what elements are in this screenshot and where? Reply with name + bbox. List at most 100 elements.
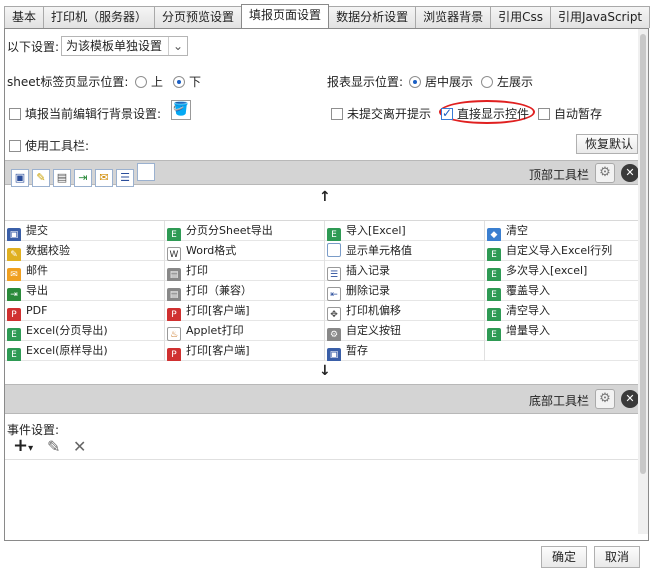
insert-row-icon: ☰ (327, 267, 341, 281)
move-up-arrow-icon[interactable]: ↑ (319, 189, 331, 205)
vertical-scrollbar[interactable] (638, 29, 648, 534)
grid-item-print[interactable]: ▤ 打印 (165, 261, 325, 281)
sheet-tab-bottom-radio[interactable]: 下 (173, 73, 201, 90)
restore-default-button[interactable]: 恢复默认 (576, 134, 638, 154)
grid-item-clear-import[interactable]: E 清空导入 (485, 301, 639, 321)
grid-item-sheet-export[interactable]: E 分页分Sheet导出 (165, 221, 325, 241)
report-pos-left-radio[interactable]: 左展示 (481, 73, 533, 90)
move-down-arrow-icon[interactable]: ↓ (319, 363, 331, 379)
grid-item-printer-offset[interactable]: ✥ 打印机偏移 (325, 301, 485, 321)
save-icon[interactable]: ▣ (11, 169, 29, 187)
tab-page-preview[interactable]: 分页预览设置 (154, 6, 243, 28)
gear-icon[interactable]: ⚙ (595, 163, 615, 183)
tab-printer-server[interactable]: 打印机（服务器） (43, 6, 156, 28)
excel-icon: E (487, 288, 501, 301)
grid-item-overwrite-import[interactable]: E 覆盖导入 (485, 281, 639, 301)
grid-item-import-excel[interactable]: E 导入[Excel] (325, 221, 485, 241)
grid-item-print-compat[interactable]: ▤ 打印（兼容） (165, 281, 325, 301)
save-icon: ▣ (7, 228, 21, 241)
bottom-toolbar-label: 底部工具栏 (528, 394, 589, 408)
print-icon: ▤ (167, 288, 181, 301)
grid-item-word[interactable]: W Word格式 (165, 241, 325, 261)
autosave-checkbox[interactable]: 自动暂存 (538, 105, 602, 122)
grid-item-show-cell-value[interactable]: 显示单元格值 (325, 241, 485, 261)
grid-item-excel-paged[interactable]: E Excel(分页导出) (5, 321, 165, 341)
paint-bucket-icon[interactable]: 🪣 (171, 100, 191, 120)
grid-item-excel-original[interactable]: E Excel(原样导出) (5, 341, 165, 361)
grid-item-clear[interactable]: ◆ 清空 (485, 221, 639, 241)
eraser-icon: ◆ (487, 228, 501, 241)
pdf-icon: P (7, 308, 21, 321)
table-row: ✎ 数据校验 W Word格式 显示单元格值 E 自定义导入Excel行列 (5, 241, 639, 261)
close-icon[interactable]: ✕ (621, 164, 639, 182)
grid-item-print-client-2[interactable]: P 打印[客户端] (165, 341, 325, 361)
grid-item-empty (485, 341, 639, 361)
blank-cell-icon[interactable] (137, 163, 155, 181)
tab-css[interactable]: 引用Css (490, 6, 551, 28)
save-icon: ▣ (327, 348, 341, 361)
excel-icon: E (7, 348, 21, 361)
gear-icon[interactable]: ⚙ (595, 389, 615, 409)
tab-browser-bg[interactable]: 浏览器背景 (415, 6, 492, 28)
grid-item-incremental-import[interactable]: E 增量导入 (485, 321, 639, 341)
excel-icon: E (487, 308, 501, 321)
unsubmitted-warning-checkbox[interactable]: 未提交离开提示 (331, 105, 431, 122)
scope-label: 以下设置: (7, 40, 60, 54)
tab-javascript[interactable]: 引用JavaScript (549, 6, 651, 28)
grid-item-temp-save[interactable]: ▣ 暂存 (325, 341, 485, 361)
excel-icon: E (487, 248, 501, 261)
tab-basic[interactable]: 基本 (4, 6, 45, 28)
edit-event-button[interactable]: ✎ (47, 437, 60, 456)
ok-button[interactable]: 确定 (541, 546, 587, 568)
grid-item-export[interactable]: ⇥ 导出 (5, 281, 165, 301)
grid-item-submit[interactable]: ▣ 提交 (5, 221, 165, 241)
grid-item-print-client[interactable]: P 打印[客户端] (165, 301, 325, 321)
grid-item-multi-import[interactable]: E 多次导入[excel] (485, 261, 639, 281)
sheet-tab-label: sheet标签页显示位置: (7, 75, 129, 89)
excel-icon: E (487, 268, 501, 281)
bottom-toolbar-strip: 底部工具栏 ⚙ ✕ (5, 384, 639, 414)
sheet-tab-top-radio[interactable]: 上 (135, 73, 163, 90)
grid-item-delete-row[interactable]: ⇤ 删除记录 (325, 281, 485, 301)
excel-icon: E (487, 328, 501, 341)
bg-setting-checkbox[interactable]: 填报当前编辑行背景设置: (9, 105, 161, 122)
scope-select[interactable]: 为该模板单独设置 ⌄ (61, 36, 189, 56)
scrollbar-thumb[interactable] (640, 34, 646, 474)
table-row: ▣ 提交 E 分页分Sheet导出 E 导入[Excel] ◆ 清空 (5, 221, 639, 241)
pdf-icon: P (167, 308, 181, 321)
direct-show-checkbox[interactable]: 直接显示控件 (441, 105, 529, 122)
cancel-button[interactable]: 取消 (594, 546, 640, 568)
mail-icon[interactable]: ✉ (95, 169, 113, 187)
grid-item-applet-print[interactable]: ♨ Applet打印 (165, 321, 325, 341)
pdf-icon: P (167, 348, 181, 361)
settings-panel: 以下设置: 为该模板单独设置 ⌄ sheet标签页显示位置: 上 下 报表显示位置… (4, 28, 649, 541)
table-row: E Excel(分页导出) ♨ Applet打印 ⚙ 自定义按钮 E 增量导入 (5, 321, 639, 341)
grid-item-insert-row[interactable]: ☰ 插入记录 (325, 261, 485, 281)
close-icon[interactable]: ✕ (621, 390, 639, 408)
delete-event-button[interactable]: ✕ (73, 437, 86, 456)
excel-icon: E (7, 328, 21, 341)
grid-item-pdf[interactable]: P PDF (5, 301, 165, 321)
table-row: P PDF P 打印[客户端] ✥ 打印机偏移 E 清空导入 (5, 301, 639, 321)
report-pos-center-radio[interactable]: 居中展示 (409, 73, 473, 90)
tab-fill-page[interactable]: 填报页面设置 (241, 4, 330, 28)
tab-data-analysis[interactable]: 数据分析设置 (328, 6, 417, 28)
pencil-icon[interactable]: ✎ (32, 169, 50, 187)
scope-select-value: 为该模板单独设置 (66, 39, 163, 53)
events-list[interactable] (5, 459, 639, 534)
excel-icon: E (167, 228, 181, 241)
grid-item-custom-import[interactable]: E 自定义导入Excel行列 (485, 241, 639, 261)
grid-item-mail[interactable]: ✉ 邮件 (5, 261, 165, 281)
insert-row-icon[interactable]: ☰ (116, 169, 134, 187)
export-icon[interactable]: ⇥ (74, 169, 92, 187)
table-row: ⇥ 导出 ▤ 打印（兼容） ⇤ 删除记录 E 覆盖导入 (5, 281, 639, 301)
use-toolbar-checkbox[interactable]: 使用工具栏: (9, 137, 89, 154)
grid-item-custom-button[interactable]: ⚙ 自定义按钮 (325, 321, 485, 341)
print-icon[interactable]: ▤ (53, 169, 71, 187)
top-toolbar-label: 顶部工具栏 (528, 168, 589, 182)
grid-item-validate[interactable]: ✎ 数据校验 (5, 241, 165, 261)
report-pos-label: 报表显示位置: (327, 75, 404, 89)
plus-icon: + (13, 435, 29, 456)
pencil-icon: ✎ (7, 248, 21, 261)
add-event-button[interactable]: +▾ (13, 435, 33, 456)
